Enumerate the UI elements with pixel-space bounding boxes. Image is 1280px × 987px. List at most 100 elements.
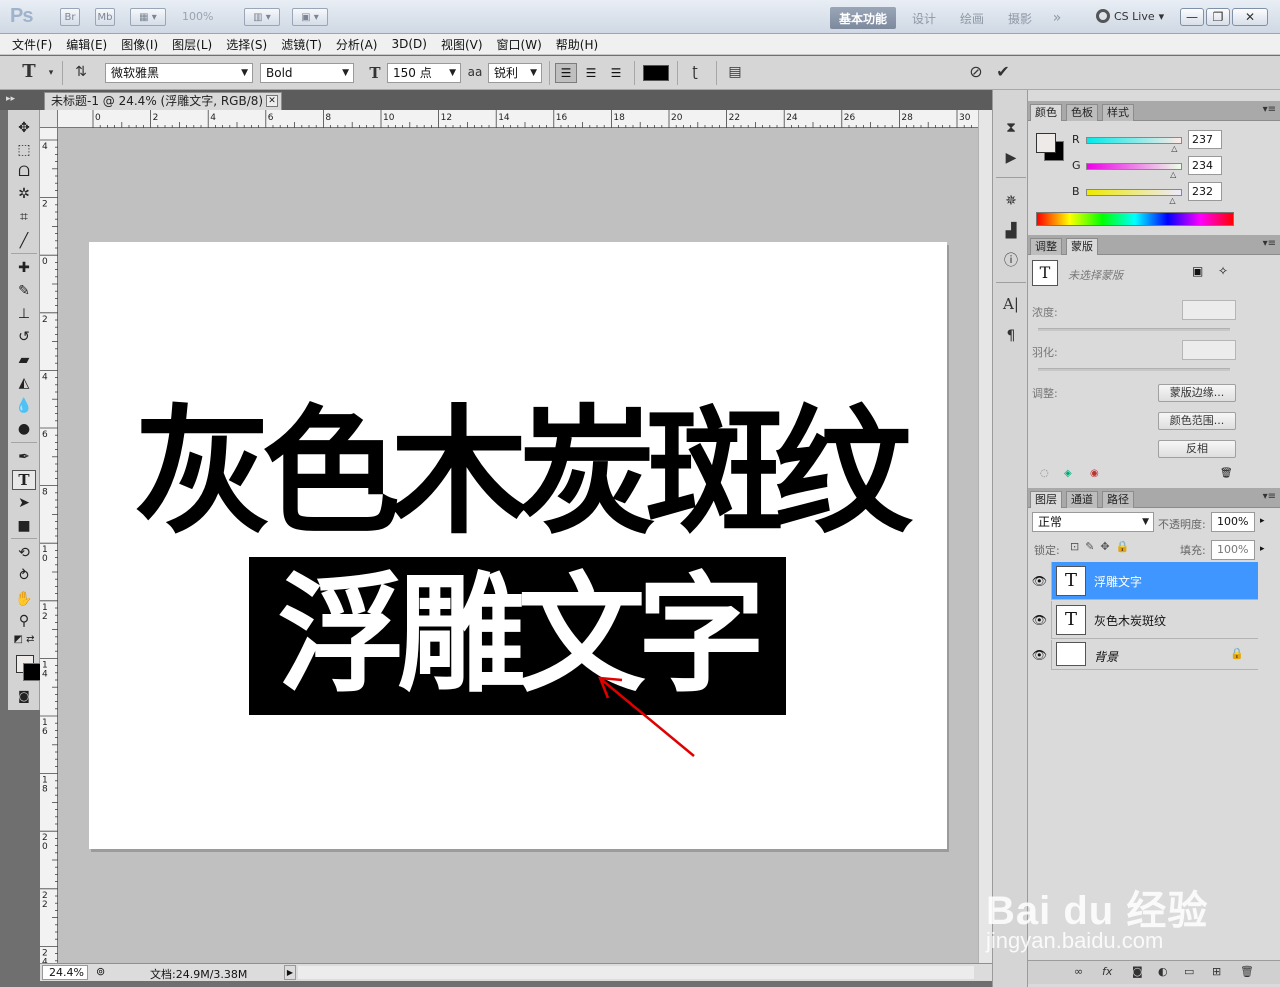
brush-tool-icon[interactable]: ✎: [12, 281, 36, 301]
menu-analysis[interactable]: 分析(A): [336, 36, 378, 53]
opacity-input[interactable]: 100%: [1211, 512, 1255, 532]
zoom-level[interactable]: 100%: [182, 10, 213, 23]
history-panel-icon[interactable]: ⧗: [1000, 117, 1022, 139]
ruler-origin[interactable]: [40, 110, 58, 128]
red-slider-thumb-icon[interactable]: △: [1171, 144, 1177, 153]
hand-tool-icon[interactable]: ✋: [12, 589, 36, 609]
document-tab[interactable]: 未标题-1 @ 24.4% (浮雕文字, RGB/8) * ✕: [44, 92, 282, 110]
bridge-button[interactable]: Br: [60, 8, 80, 26]
layer-row-emboss-text[interactable]: 👁 T 浮雕文字: [1028, 562, 1258, 600]
color-spectrum-bar[interactable]: [1036, 212, 1234, 226]
add-mask-icon[interactable]: ◙: [1132, 965, 1143, 978]
cancel-edit-icon[interactable]: ⊘: [967, 62, 985, 81]
history-brush-tool-icon[interactable]: ↺: [12, 327, 36, 347]
fill-input[interactable]: 100%: [1211, 540, 1255, 560]
apply-mask-icon[interactable]: ◈: [1064, 468, 1072, 479]
tab-adjustments[interactable]: 调整: [1030, 238, 1062, 255]
status-menu-arrow-icon[interactable]: ▶: [284, 965, 296, 980]
horizontal-ruler[interactable]: 0 2 4 6 8 10 12 14 16 18 20 22 24 26 28 30: [58, 110, 980, 128]
blue-value-input[interactable]: 232: [1188, 182, 1222, 201]
tab-channels[interactable]: 通道: [1066, 491, 1098, 508]
navigator-panel-icon[interactable]: ✵: [1000, 190, 1022, 212]
type-tool-icon[interactable]: T: [12, 470, 36, 490]
path-selection-tool-icon[interactable]: ➤: [12, 493, 36, 513]
align-center-button[interactable]: ☰: [580, 63, 602, 83]
marquee-tool-icon[interactable]: ⬚: [12, 140, 36, 160]
delete-mask-icon[interactable]: 🗑: [1220, 468, 1233, 479]
move-tool-icon[interactable]: ✥: [12, 118, 36, 138]
tab-layers[interactable]: 图层: [1030, 491, 1062, 508]
mini-bridge-button[interactable]: Mb: [95, 8, 115, 26]
eraser-tool-icon[interactable]: ▰: [12, 350, 36, 370]
menu-select[interactable]: 选择(S): [226, 36, 267, 53]
view-extras-button[interactable]: ▦ ▾: [130, 8, 166, 26]
font-family-select[interactable]: 微软雅黑 ▼: [105, 63, 253, 83]
disable-mask-icon[interactable]: ◉: [1090, 468, 1099, 479]
color-foreground-swatch[interactable]: [1036, 133, 1056, 153]
tab-color[interactable]: 颜色: [1030, 104, 1062, 121]
menu-layer[interactable]: 图层(L): [172, 36, 212, 53]
text-color-swatch[interactable]: [643, 65, 669, 81]
green-slider[interactable]: [1086, 163, 1182, 170]
green-value-input[interactable]: 234: [1188, 156, 1222, 175]
vector-mask-icon[interactable]: ✧: [1218, 264, 1228, 278]
align-left-button[interactable]: ☰: [555, 63, 577, 83]
blue-slider[interactable]: [1086, 189, 1182, 196]
text-layer-charcoal[interactable]: 灰色木炭斑纹: [109, 398, 927, 548]
layer-name[interactable]: 浮雕文字: [1094, 573, 1142, 590]
eyedropper-tool-icon[interactable]: ╱: [12, 231, 36, 251]
new-layer-icon[interactable]: ⊞: [1212, 965, 1221, 978]
menu-3d[interactable]: 3D(D): [391, 37, 426, 51]
red-slider[interactable]: [1086, 137, 1182, 144]
histogram-panel-icon[interactable]: ▟: [1000, 220, 1022, 242]
lock-icons[interactable]: ⊡✎✥🔒: [1070, 540, 1135, 553]
color-range-button[interactable]: 颜色范围...: [1158, 412, 1236, 430]
menu-help[interactable]: 帮助(H): [556, 36, 598, 53]
pixel-mask-icon[interactable]: ▣: [1192, 264, 1203, 278]
blur-tool-icon[interactable]: 💧: [12, 396, 36, 416]
feather-input[interactable]: [1182, 340, 1236, 360]
opacity-arrow-icon[interactable]: ▸: [1260, 516, 1265, 526]
dodge-tool-icon[interactable]: ●: [12, 419, 36, 439]
pen-tool-icon[interactable]: ✒: [12, 447, 36, 467]
cs-live-button[interactable]: CS Live ▾: [1096, 9, 1164, 23]
workspace-painting[interactable]: 绘画: [952, 7, 992, 29]
vertical-ruler[interactable]: 42024681012141618202224: [40, 128, 58, 963]
font-style-select[interactable]: Bold ▼: [260, 63, 354, 83]
load-selection-icon[interactable]: ◌: [1040, 468, 1049, 479]
status-zoom-input[interactable]: 24.4%: [42, 965, 88, 980]
blend-mode-select[interactable]: 正常 ▼: [1032, 512, 1154, 532]
tab-masks[interactable]: 蒙版: [1066, 238, 1098, 255]
tab-styles[interactable]: 样式: [1102, 104, 1134, 121]
warp-text-icon[interactable]: ʈ: [686, 64, 704, 80]
status-info-icon[interactable]: ⊚: [96, 965, 105, 978]
info-panel-icon[interactable]: ⓘ: [1000, 250, 1022, 272]
lasso-tool-icon[interactable]: ᗝ: [12, 162, 36, 182]
more-workspaces-icon[interactable]: »: [1046, 7, 1068, 29]
workspace-photography[interactable]: 摄影: [1000, 7, 1040, 29]
fx-icon[interactable]: fx: [1102, 965, 1112, 978]
menu-image[interactable]: 图像(I): [121, 36, 158, 53]
antialias-select[interactable]: 锐利 ▼: [488, 63, 542, 83]
menu-file[interactable]: 文件(F): [12, 36, 52, 53]
healing-brush-tool-icon[interactable]: ✚: [12, 258, 36, 278]
character-panel-icon[interactable]: ▤: [726, 64, 744, 80]
visibility-eye-icon[interactable]: 👁: [1028, 601, 1052, 639]
swap-colors-icon[interactable]: ◩ ⇄: [12, 634, 36, 646]
zoom-tool-icon[interactable]: ⚲: [12, 611, 36, 631]
visibility-eye-icon[interactable]: 👁: [1028, 562, 1052, 600]
3d-rotate-tool-icon[interactable]: ⟲: [12, 543, 36, 563]
vertical-scrollbar[interactable]: [978, 110, 992, 963]
magic-wand-tool-icon[interactable]: ✲: [12, 184, 36, 204]
red-value-input[interactable]: 237: [1188, 130, 1222, 149]
new-group-icon[interactable]: ▭: [1184, 965, 1194, 978]
layer-row-charcoal-text[interactable]: 👁 T 灰色木炭斑纹: [1028, 601, 1258, 639]
layer-name[interactable]: 背景: [1094, 648, 1118, 665]
menu-filter[interactable]: 滤镜(T): [281, 36, 322, 53]
3d-orbit-tool-icon[interactable]: ⥁: [12, 566, 36, 586]
text-layer-emboss[interactable]: 浮雕文字: [249, 557, 786, 715]
density-slider[interactable]: [1038, 328, 1230, 331]
link-layers-icon[interactable]: ∞: [1074, 965, 1083, 978]
paint-bucket-tool-icon[interactable]: ◭: [12, 373, 36, 393]
tab-swatches[interactable]: 色板: [1066, 104, 1098, 121]
